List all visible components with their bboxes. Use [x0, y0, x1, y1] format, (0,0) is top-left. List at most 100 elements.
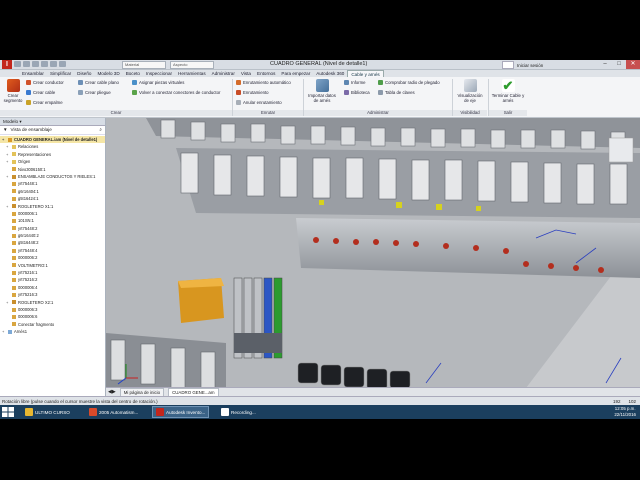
- tree-node[interactable]: VOLTIMETRO:1: [0, 262, 105, 269]
- filter-icon[interactable]: ▼: [3, 126, 8, 134]
- tree-node[interactable]: + ROGLETERO X1:1: [0, 203, 105, 210]
- tree-node[interactable]: + ENSAMBLAJE CONDUCTOS Y RIELES:1: [0, 173, 105, 180]
- virtual-parts-icon: [132, 80, 137, 85]
- tree-node[interactable]: g6r16440:2: [0, 232, 105, 239]
- expand-icon[interactable]: +: [6, 158, 10, 165]
- tree-node[interactable]: 101SN:1: [0, 217, 105, 224]
- new-icon[interactable]: [14, 61, 21, 67]
- crear-empalme-button[interactable]: Crear empalme: [26, 100, 63, 105]
- tree-node[interactable]: 0000006:6: [0, 313, 105, 320]
- clock-date: 22/11/2016: [614, 412, 636, 417]
- 3d-viewport[interactable]: [106, 118, 640, 388]
- tab-simplificar[interactable]: Simplificar: [47, 70, 74, 77]
- crear-segmento-button[interactable]: Crear segmento: [2, 79, 24, 103]
- tree-node[interactable]: 0000006:1: [0, 210, 105, 217]
- terminar-button[interactable]: ✔ Terminar Cable y arnés: [490, 79, 526, 103]
- tab-nav-icon[interactable]: ◀▶: [108, 389, 116, 395]
- enrutamiento-button[interactable]: Enrutamiento: [236, 90, 269, 95]
- tree-node[interactable]: yrt75216:2: [0, 276, 105, 283]
- tabla-claves-button[interactable]: Tabla de claves: [378, 90, 415, 95]
- tab-administrar[interactable]: Administrar: [209, 70, 238, 77]
- home-icon[interactable]: [59, 61, 66, 67]
- folder-icon: [12, 159, 16, 164]
- conectar-button[interactable]: Volver a conectar conectores de conducto…: [132, 90, 220, 95]
- anular-enrutamiento-button[interactable]: Anular enrutamiento: [236, 100, 282, 105]
- tab-diseno[interactable]: Diseño: [74, 70, 94, 77]
- tree-node[interactable]: Nivo3006150:1: [0, 166, 105, 173]
- visualizacion-button[interactable]: Visualización de eje: [455, 79, 485, 103]
- tab-ensamblar[interactable]: Ensamblar: [19, 70, 47, 77]
- expand-icon[interactable]: +: [6, 299, 10, 306]
- tree-node[interactable]: yrt75448:2: [0, 225, 105, 232]
- comprobar-button[interactable]: Comprobar radio de plegado: [378, 80, 440, 85]
- tree-node[interactable]: + Arnés1: [0, 328, 105, 335]
- tree-node[interactable]: g5t16448:2: [0, 239, 105, 246]
- tree-node[interactable]: 0000006:4: [0, 284, 105, 291]
- expand-icon[interactable]: +: [6, 173, 10, 180]
- tree-node[interactable]: yrt75216:1: [0, 269, 105, 276]
- expand-icon[interactable]: +: [6, 143, 10, 150]
- tab-entornos[interactable]: Entornos: [254, 70, 278, 77]
- maximize-icon[interactable]: □: [612, 60, 626, 69]
- tree-node[interactable]: 0000006:2: [0, 254, 105, 261]
- taskbar-item-explorer[interactable]: ULTIMO CURSO: [22, 406, 73, 418]
- save-icon[interactable]: [32, 61, 39, 67]
- axis-display-icon: [463, 79, 477, 92]
- crear-cable-button[interactable]: Crear cable: [26, 90, 55, 95]
- taskbar-item-automatism[interactable]: 2005 Automatism...: [86, 406, 141, 418]
- informe-button[interactable]: Informe: [344, 80, 366, 85]
- tree-node[interactable]: + Origen: [0, 158, 105, 165]
- expand-icon[interactable]: +: [6, 203, 10, 210]
- browser-header[interactable]: Modelo ▾: [0, 118, 105, 126]
- tab-modelo-3d[interactable]: Modelo 3D: [94, 70, 122, 77]
- expand-icon[interactable]: +: [6, 151, 10, 158]
- importar-button[interactable]: Importar datos de arnés: [306, 79, 338, 103]
- tab-cable-y-arnes[interactable]: Cable y arnés: [347, 70, 384, 77]
- open-icon[interactable]: [23, 61, 30, 67]
- tab-boceto[interactable]: Boceto: [123, 70, 143, 77]
- tree-node[interactable]: yrt75216:3: [0, 291, 105, 298]
- tree-node[interactable]: yrt75448:1: [0, 180, 105, 187]
- taskbar-item-inventor[interactable]: Autodesk Invento...: [152, 406, 210, 418]
- tree-node[interactable]: g5t16424:1: [0, 195, 105, 202]
- undo-icon[interactable]: [41, 61, 48, 67]
- tree-node[interactable]: g6r16404:1: [0, 188, 105, 195]
- tab-herramientas[interactable]: Herramientas: [175, 70, 209, 77]
- enrutamiento-auto-button[interactable]: Enrutamiento automático: [236, 80, 291, 85]
- appearance-combo[interactable]: Aspecto: [170, 61, 214, 69]
- windows-start-icon[interactable]: [2, 407, 14, 417]
- tab-para-empezar[interactable]: Para empezar: [278, 70, 313, 77]
- material-combo[interactable]: Material: [122, 61, 166, 69]
- expand-icon[interactable]: +: [2, 328, 6, 335]
- folder-icon: [12, 152, 16, 157]
- assembly-view-dropdown[interactable]: Vista de ensamblaje: [11, 126, 52, 134]
- biblioteca-button[interactable]: Biblioteca: [344, 90, 370, 95]
- search-icon[interactable]: ⌕: [99, 126, 102, 134]
- tree-node[interactable]: + Representaciones: [0, 151, 105, 158]
- tab-vista[interactable]: Vista: [238, 70, 254, 77]
- tree-node[interactable]: 0000006:3: [0, 306, 105, 313]
- tree-node-label: g5t16424:1: [18, 196, 39, 202]
- minimize-icon[interactable]: –: [598, 60, 612, 69]
- asignar-piezas-button[interactable]: Asignar piezas virtuales: [132, 80, 184, 85]
- assembly-3d-render[interactable]: [106, 118, 640, 388]
- inventor-logo-icon[interactable]: I: [2, 60, 12, 69]
- crear-pliegue-button[interactable]: Crear pliegue: [78, 90, 111, 95]
- expand-icon[interactable]: +: [2, 136, 6, 143]
- search-input[interactable]: [502, 61, 514, 69]
- viewcube-icon[interactable]: [608, 137, 634, 163]
- crear-conductor-button[interactable]: Crear conductor: [26, 80, 64, 85]
- taskbar-item-recording[interactable]: Recording...: [218, 406, 259, 418]
- redo-icon[interactable]: [50, 61, 57, 67]
- signin-link[interactable]: Iniciar sesión: [517, 62, 543, 69]
- system-clock[interactable]: 12:05 p.m. 22/11/2016: [614, 406, 636, 418]
- tab-autodesk-360[interactable]: Autodesk 360: [313, 70, 347, 77]
- tree-node[interactable]: + ROGLETERO X2:1: [0, 299, 105, 306]
- tree-node[interactable]: Conectar fragmento: [0, 321, 105, 328]
- tree-node[interactable]: + Relaciones: [0, 143, 105, 150]
- close-icon[interactable]: ✕: [626, 60, 640, 69]
- tree-node[interactable]: yrt75448:4: [0, 247, 105, 254]
- tree-node[interactable]: + CUADRO GENERAL.iam (Nivel de detalle1): [0, 136, 105, 144]
- crear-cable-plano-button[interactable]: Crear cable plano: [78, 80, 119, 85]
- tab-inspeccionar[interactable]: Inspeccionar: [143, 70, 175, 77]
